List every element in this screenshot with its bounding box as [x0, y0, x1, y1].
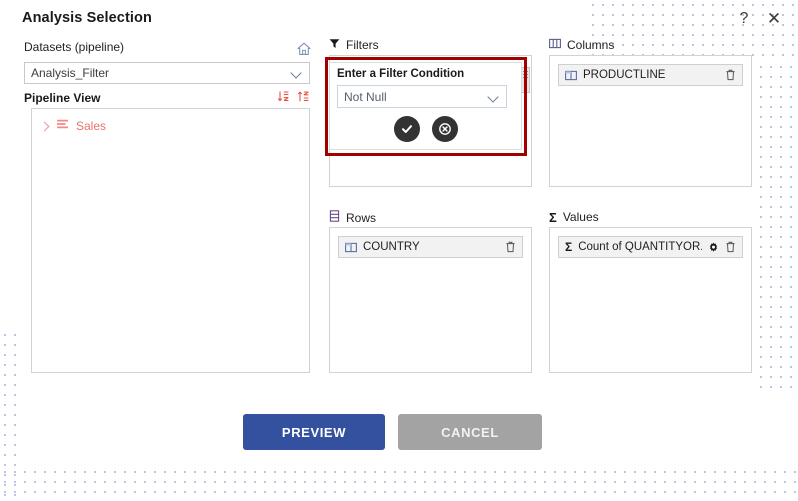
sort-descending-icon[interactable]	[277, 90, 290, 106]
chevron-right-icon[interactable]	[40, 122, 49, 131]
columns-drop-area[interactable]: PRODUCTLINE	[549, 55, 752, 187]
filters-label: Filters	[346, 38, 379, 52]
sort-ascending-icon[interactable]	[297, 90, 310, 106]
dataset-select-value: Analysis_Filter	[31, 66, 110, 80]
columns-chip-productline[interactable]: PRODUCTLINE	[558, 64, 743, 86]
analysis-selection-dialog: Analysis Selection ? ✕ Datasets (pipelin…	[0, 0, 798, 501]
filters-panel-header: Filters	[329, 38, 379, 52]
gear-icon[interactable]	[708, 242, 719, 253]
sigma-icon: Σ	[565, 240, 573, 254]
values-drop-area[interactable]: Σ Count of QUANTITYOR...	[549, 227, 752, 373]
column-field-icon	[345, 242, 357, 253]
columns-icon	[549, 38, 561, 52]
filter-condition-select[interactable]: Not Null	[337, 85, 507, 108]
columns-panel-header: Columns	[549, 38, 614, 52]
rows-panel-header: Rows	[329, 210, 376, 225]
filter-confirm-button[interactable]	[393, 116, 420, 142]
funnel-icon	[329, 38, 340, 52]
datasets-label: Datasets (pipeline)	[24, 40, 125, 54]
values-label: Values	[562, 210, 599, 224]
rows-label: Rows	[346, 210, 377, 225]
trash-icon[interactable]	[725, 69, 736, 81]
close-icon[interactable]: ✕	[764, 9, 784, 29]
filter-popup-actions	[330, 116, 521, 142]
table-list-icon	[56, 119, 69, 133]
rows-chip-country[interactable]: COUNTRY	[338, 236, 523, 258]
chevron-down-icon	[488, 91, 500, 103]
page-title: Analysis Selection	[22, 10, 152, 26]
tree-item-label: Sales	[76, 119, 107, 133]
values-panel-header: Σ Values	[549, 210, 599, 224]
home-icon[interactable]	[296, 41, 312, 57]
rows-drop-area[interactable]: COUNTRY	[329, 227, 532, 373]
tree-item-sales[interactable]: Sales	[40, 119, 106, 133]
rows-icon	[329, 210, 340, 225]
chevron-down-icon	[291, 67, 303, 79]
chip-label: Count of QUANTITYOR...	[578, 241, 702, 253]
chip-label: PRODUCTLINE	[583, 69, 666, 81]
filter-condition-label: Enter a Filter Condition	[337, 68, 465, 80]
chip-label: COUNTRY	[363, 241, 420, 253]
column-field-icon	[565, 70, 577, 81]
pipeline-sort-controls	[277, 90, 310, 106]
trash-icon[interactable]	[725, 241, 736, 253]
dataset-select[interactable]: Analysis_Filter	[24, 62, 310, 84]
pipeline-tree-panel: Sales	[31, 108, 310, 373]
values-chip-count-quantityordered[interactable]: Σ Count of QUANTITYOR...	[558, 236, 743, 258]
filter-condition-popup: Enter a Filter Condition Not Null	[329, 62, 522, 150]
help-icon[interactable]: ?	[734, 9, 754, 29]
cancel-button[interactable]: CANCEL	[398, 414, 542, 450]
columns-label: Columns	[567, 38, 615, 52]
sigma-icon: Σ	[549, 209, 557, 225]
preview-button[interactable]: PREVIEW	[243, 414, 385, 450]
filters-scrollbar-thumb[interactable]	[521, 67, 530, 93]
pipeline-view-label: Pipeline View	[24, 91, 101, 105]
trash-icon[interactable]	[505, 241, 516, 253]
filter-cancel-button[interactable]	[431, 116, 458, 142]
filter-condition-value: Not Null	[344, 89, 387, 104]
